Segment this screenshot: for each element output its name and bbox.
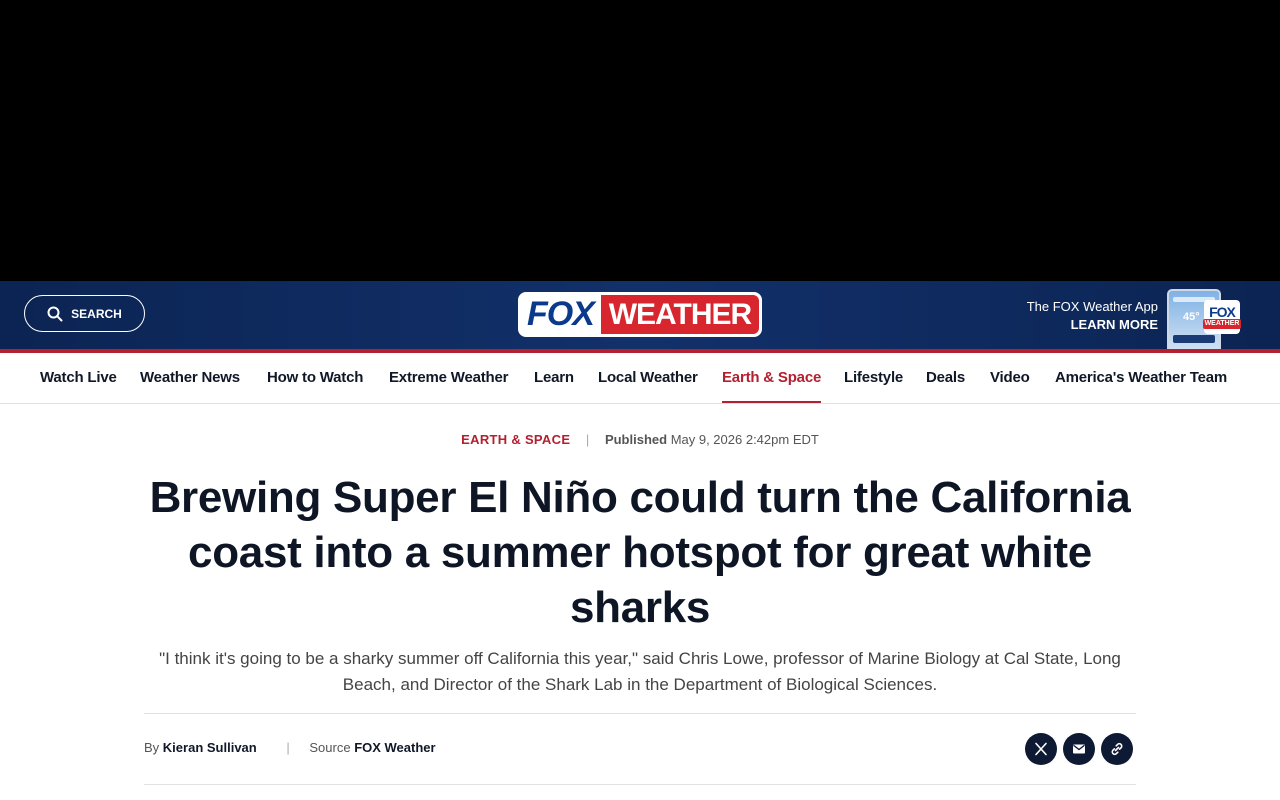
byline-divider-top bbox=[144, 713, 1136, 714]
byline-separator: | bbox=[286, 740, 290, 755]
nav-item-local-weather[interactable]: Local Weather bbox=[598, 353, 698, 403]
share-email-button[interactable] bbox=[1063, 733, 1095, 765]
logo-weather-text: WEATHER bbox=[600, 295, 759, 334]
learn-more-link[interactable]: LEARN MORE bbox=[1027, 317, 1158, 332]
site-header: SEARCH FOX WEATHER The FOX Weather App L… bbox=[0, 281, 1280, 349]
author-name[interactable]: Kieran Sullivan bbox=[163, 740, 257, 755]
share-link-button[interactable] bbox=[1101, 733, 1133, 765]
share-x-button[interactable] bbox=[1025, 733, 1057, 765]
article-dek: "I think it's going to be a sharky summe… bbox=[159, 649, 1121, 694]
main-nav: Watch Live Weather News How to Watch Ext… bbox=[0, 353, 1280, 404]
article-headline: Brewing Super El Niño could turn the Cal… bbox=[149, 473, 1131, 632]
nav-item-lifestyle[interactable]: Lifestyle bbox=[844, 353, 903, 403]
phone-tab-bar bbox=[1173, 335, 1215, 343]
phone-temperature: 45° bbox=[1183, 311, 1200, 323]
nav-item-watch-live[interactable]: Watch Live bbox=[40, 353, 117, 403]
search-label: SEARCH bbox=[71, 306, 122, 321]
app-promo[interactable]: The FOX Weather App LEARN MORE bbox=[1027, 299, 1158, 332]
nav-item-learn[interactable]: Learn bbox=[534, 353, 574, 403]
nav-item-extreme-weather[interactable]: Extreme Weather bbox=[389, 353, 508, 403]
by-label: By bbox=[144, 740, 160, 755]
meta-separator: | bbox=[585, 432, 590, 447]
logo-fox-text: FOX bbox=[527, 295, 595, 333]
nav-item-deals[interactable]: Deals bbox=[926, 353, 965, 403]
fox-weather-logo[interactable]: FOX WEATHER bbox=[518, 292, 762, 337]
article-meta: EARTH & SPACE | Published May 9, 2026 2:… bbox=[0, 432, 1280, 447]
search-button[interactable]: SEARCH bbox=[24, 295, 145, 332]
byline: By Kieran Sullivan | Source FOX Weather bbox=[144, 740, 436, 755]
article-category[interactable]: EARTH & SPACE bbox=[461, 432, 570, 447]
source-name: FOX Weather bbox=[354, 740, 436, 755]
x-icon bbox=[1035, 742, 1047, 756]
published-label: Published bbox=[604, 432, 668, 447]
video-player-area[interactable] bbox=[0, 0, 1280, 281]
source-label: Source bbox=[309, 740, 351, 755]
nav-item-earth-space[interactable]: Earth & Space bbox=[722, 353, 821, 403]
nav-item-weather-news[interactable]: Weather News bbox=[140, 353, 240, 403]
link-icon bbox=[1111, 742, 1123, 756]
nav-item-video[interactable]: Video bbox=[990, 353, 1030, 403]
search-icon bbox=[47, 306, 63, 321]
mini-logo-fox: FOX bbox=[1209, 304, 1236, 320]
published-date: May 9, 2026 2:42pm EDT bbox=[670, 432, 819, 447]
app-mini-logo: FOX WEATHER bbox=[1202, 300, 1242, 334]
byline-divider-bottom bbox=[144, 784, 1136, 785]
nav-item-americas-weather-team[interactable]: America's Weather Team bbox=[1055, 353, 1227, 403]
email-icon bbox=[1073, 744, 1085, 754]
app-promo-title: The FOX Weather App bbox=[1026, 299, 1158, 314]
nav-item-how-to-watch[interactable]: How to Watch bbox=[267, 353, 363, 403]
mini-logo-weather: WEATHER bbox=[1202, 319, 1242, 329]
